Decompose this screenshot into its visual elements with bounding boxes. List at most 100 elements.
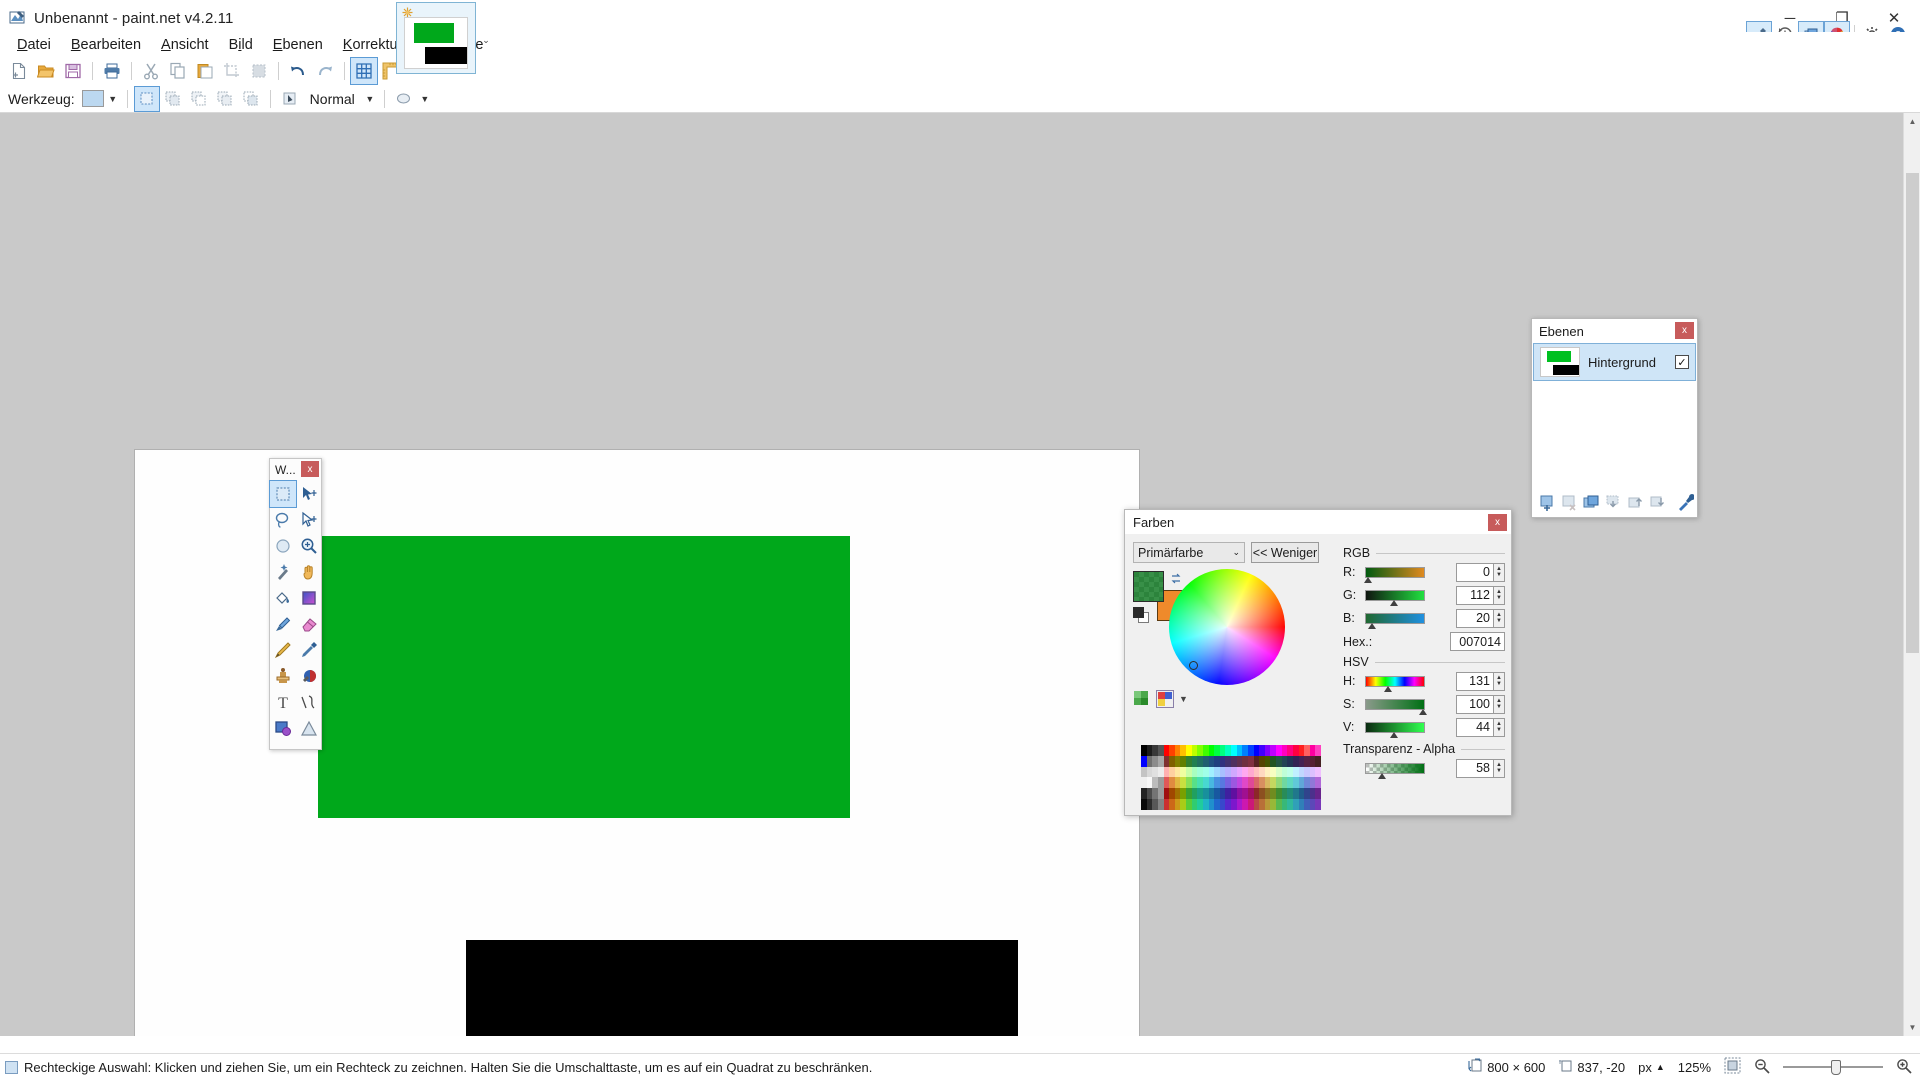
layers-window[interactable]: Ebenen x Hintergrund ✓ [1531,318,1698,518]
color-mode-select[interactable]: Primärfarbe ⌄ [1133,542,1245,563]
move-selected-tool[interactable] [296,481,322,507]
grid-icon[interactable] [350,57,378,85]
crop-to-selection-icon[interactable] [219,58,245,84]
pencil-tool[interactable] [270,637,296,663]
menu-bild[interactable]: Bild [219,34,263,56]
channel-b-stepper[interactable]: ▲ ▼ [1494,608,1505,628]
current-tool-swatch[interactable] [81,90,104,107]
deselect-icon[interactable] [246,58,272,84]
color-wheel[interactable] [1169,569,1285,685]
move-layer-up-button[interactable] [1625,492,1646,513]
vertical-scroll-thumb[interactable] [1906,173,1919,653]
chevron-down-icon[interactable]: ▼ [363,88,377,110]
channel-v-slider[interactable] [1365,721,1425,738]
layers-window-close-button[interactable]: x [1675,322,1694,339]
text-tool[interactable]: T [270,689,296,715]
colors-window[interactable]: Farben x Primärfarbe ⌄ << Weniger ▼ RGB … [1124,509,1512,816]
scroll-down-arrow-icon[interactable]: ▼ [1904,1019,1920,1036]
save-icon[interactable] [60,58,86,84]
slider-knob[interactable] [1419,708,1427,715]
channel-g-slider[interactable] [1365,589,1425,606]
new-icon[interactable] [6,58,32,84]
merge-layer-down-button[interactable] [1603,492,1624,513]
paste-icon[interactable] [192,58,218,84]
layer-properties-button[interactable] [1675,492,1696,513]
channel-v-value[interactable]: 44 [1456,717,1494,737]
move-selection-tool[interactable] [296,507,322,533]
blend-mode-label[interactable]: Normal [304,91,361,107]
slider-knob[interactable] [1368,622,1376,629]
primary-color-swatch[interactable] [1133,571,1164,602]
palette-color-swatch[interactable] [1315,788,1321,800]
less-options-button[interactable]: << Weniger [1251,542,1319,563]
magic-wand-tool[interactable] [270,559,296,585]
redo-icon[interactable] [312,58,338,84]
clone-stamp-tool[interactable] [270,663,296,689]
channel-h-slider[interactable] [1365,675,1425,692]
palette-color-swatch[interactable] [1315,755,1321,767]
move-layer-down-button[interactable] [1647,492,1668,513]
zoom-out-button[interactable] [1754,1058,1770,1077]
channel-g-value[interactable]: 112 [1456,585,1494,605]
cut-icon[interactable] [138,58,164,84]
shapes-tool[interactable] [296,715,322,741]
rectangle-shape-tool[interactable] [270,715,296,741]
zoom-tool[interactable] [296,533,322,559]
hex-value[interactable]: 007014 [1450,632,1505,651]
line-curve-tool[interactable] [296,689,322,715]
selection-replace-button[interactable] [133,85,160,112]
eraser-tool[interactable] [296,611,322,637]
recolor-tool[interactable] [296,663,322,689]
layer-visibility-checkbox[interactable]: ✓ [1675,355,1689,369]
selection-exclude-button[interactable] [187,87,211,111]
color-picker-tool[interactable] [296,637,322,663]
paint-bucket-tool[interactable] [270,585,296,611]
channel-s-value[interactable]: 100 [1456,694,1494,714]
rectangle-select-tool[interactable] [269,480,297,508]
slider-knob[interactable] [1384,685,1392,692]
lasso-select-tool[interactable] [270,507,296,533]
brush-width-icon[interactable] [392,87,416,111]
add-layer-button[interactable] [1537,492,1558,513]
units-group[interactable]: px ▲ [1638,1060,1665,1075]
tools-palette-close-button[interactable]: x [301,461,319,477]
selection-union-button[interactable] [161,87,185,111]
add-to-palette-icon[interactable] [1133,690,1151,708]
undo-icon[interactable] [285,58,311,84]
slider-knob[interactable] [1390,599,1398,606]
zoom-slider-knob[interactable] [1831,1060,1841,1075]
channel-alpha-value[interactable]: 58 [1456,758,1494,778]
zoom-in-button[interactable] [1896,1058,1912,1077]
tools-palette-window[interactable]: W... x T [269,458,322,750]
menu-datei[interactable]: Datei [7,34,61,56]
palette-preset-icon[interactable] [1156,690,1174,708]
colors-window-close-button[interactable]: x [1488,514,1507,531]
layer-row-hintergrund[interactable]: Hintergrund ✓ [1533,343,1696,381]
layers-list[interactable]: Hintergrund ✓ [1533,343,1696,487]
chevron-down-icon[interactable]: ▼ [1179,694,1188,704]
zoom-level-group[interactable]: 125% [1678,1060,1711,1075]
channel-g-stepper[interactable]: ▲ ▼ [1494,585,1505,605]
channel-alpha-stepper[interactable]: ▲ ▼ [1494,758,1505,778]
document-tab-dropdown[interactable]: ⌄ [478,32,494,48]
vertical-scrollbar[interactable]: ▲ ▼ [1903,113,1920,1036]
open-icon[interactable] [33,58,59,84]
slider-knob[interactable] [1364,576,1372,583]
palette-color-swatch[interactable] [1315,777,1321,789]
channel-r-slider[interactable] [1364,566,1425,583]
document-tab-untitled[interactable] [396,2,476,74]
channel-r-value[interactable]: 0 [1456,562,1494,582]
channel-s-stepper[interactable]: ▲ ▼ [1494,694,1505,714]
palette-color-swatch[interactable] [1315,745,1321,756]
channel-b-slider[interactable] [1365,612,1425,629]
channel-b-value[interactable]: 20 [1456,608,1494,628]
channel-r-stepper[interactable]: ▲ ▼ [1494,562,1505,582]
channel-h-value[interactable]: 131 [1456,671,1494,691]
channel-h-stepper[interactable]: ▲ ▼ [1494,671,1505,691]
channel-s-slider[interactable] [1365,698,1427,715]
palette-color-swatch[interactable] [1315,799,1321,810]
ellipse-select-tool[interactable] [270,533,296,559]
palette-color-swatch[interactable] [1315,766,1321,778]
duplicate-layer-button[interactable] [1581,492,1602,513]
reset-colors-icon[interactable] [1133,607,1150,623]
